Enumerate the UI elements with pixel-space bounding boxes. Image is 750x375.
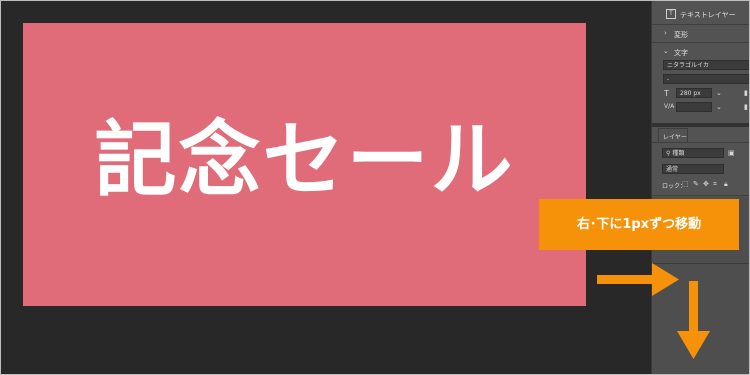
lock-all-icon[interactable]: 🔒︎ <box>724 180 728 189</box>
text-section-label: 文字 <box>674 49 688 57</box>
tracking-icon[interactable]: ▮ <box>744 103 748 111</box>
chevron-right-icon: › <box>664 29 667 37</box>
artboard[interactable]: 記念セール <box>23 23 586 306</box>
transform-section-label: 変形 <box>674 31 688 39</box>
lock-artboard-icon[interactable]: ⌗ <box>713 180 717 189</box>
lock-position-icon[interactable]: ✥ <box>703 180 709 188</box>
layer-type-label: テキストレイヤー <box>680 11 736 19</box>
kerning-icon: V/A <box>664 103 675 110</box>
lock-transparent-icon[interactable]: ⬚ <box>682 180 689 188</box>
chevron-down-icon[interactable]: ⌄ <box>716 103 722 111</box>
image-filter-icon[interactable]: ▣ <box>728 149 735 157</box>
lock-paint-icon[interactable]: ✎ <box>693 180 699 188</box>
search-icon: ⚲ <box>666 150 671 157</box>
divider <box>652 195 749 196</box>
kerning-input[interactable] <box>676 102 712 112</box>
text-layer-icon: T <box>666 9 676 19</box>
panel-gap <box>652 123 749 127</box>
divider <box>652 24 749 25</box>
layer-filter-select[interactable]: ⚲ 種類 <box>662 148 724 158</box>
divider <box>652 42 749 43</box>
font-size-input[interactable]: 280 px <box>676 88 712 98</box>
font-style-select[interactable]: - <box>663 74 749 84</box>
leading-icon[interactable]: ▮ <box>744 89 748 97</box>
blend-mode-select[interactable]: 通常 <box>662 164 724 174</box>
callout-label: 右･下に1pxずつ移動 <box>539 199 739 250</box>
chevron-down-icon[interactable]: ⌄ <box>716 89 722 97</box>
arrow-down-icon <box>677 281 710 359</box>
arrow-right-icon <box>597 263 679 296</box>
font-size-icon: T <box>664 89 669 98</box>
tab-layers[interactable]: レイヤー <box>658 128 688 143</box>
headline-text-layer[interactable]: 記念セール <box>23 111 586 211</box>
font-family-select[interactable]: ニタラゴルイカ <box>663 60 749 70</box>
screenshot-frame: 記念セール T テキストレイヤー › 変形 ⌄ 文字 ニタラゴルイカ - T 2… <box>0 0 750 375</box>
divider <box>652 142 749 143</box>
canvas-area[interactable]: 記念セール <box>1 1 651 374</box>
chevron-down-icon: ⌄ <box>663 47 669 55</box>
